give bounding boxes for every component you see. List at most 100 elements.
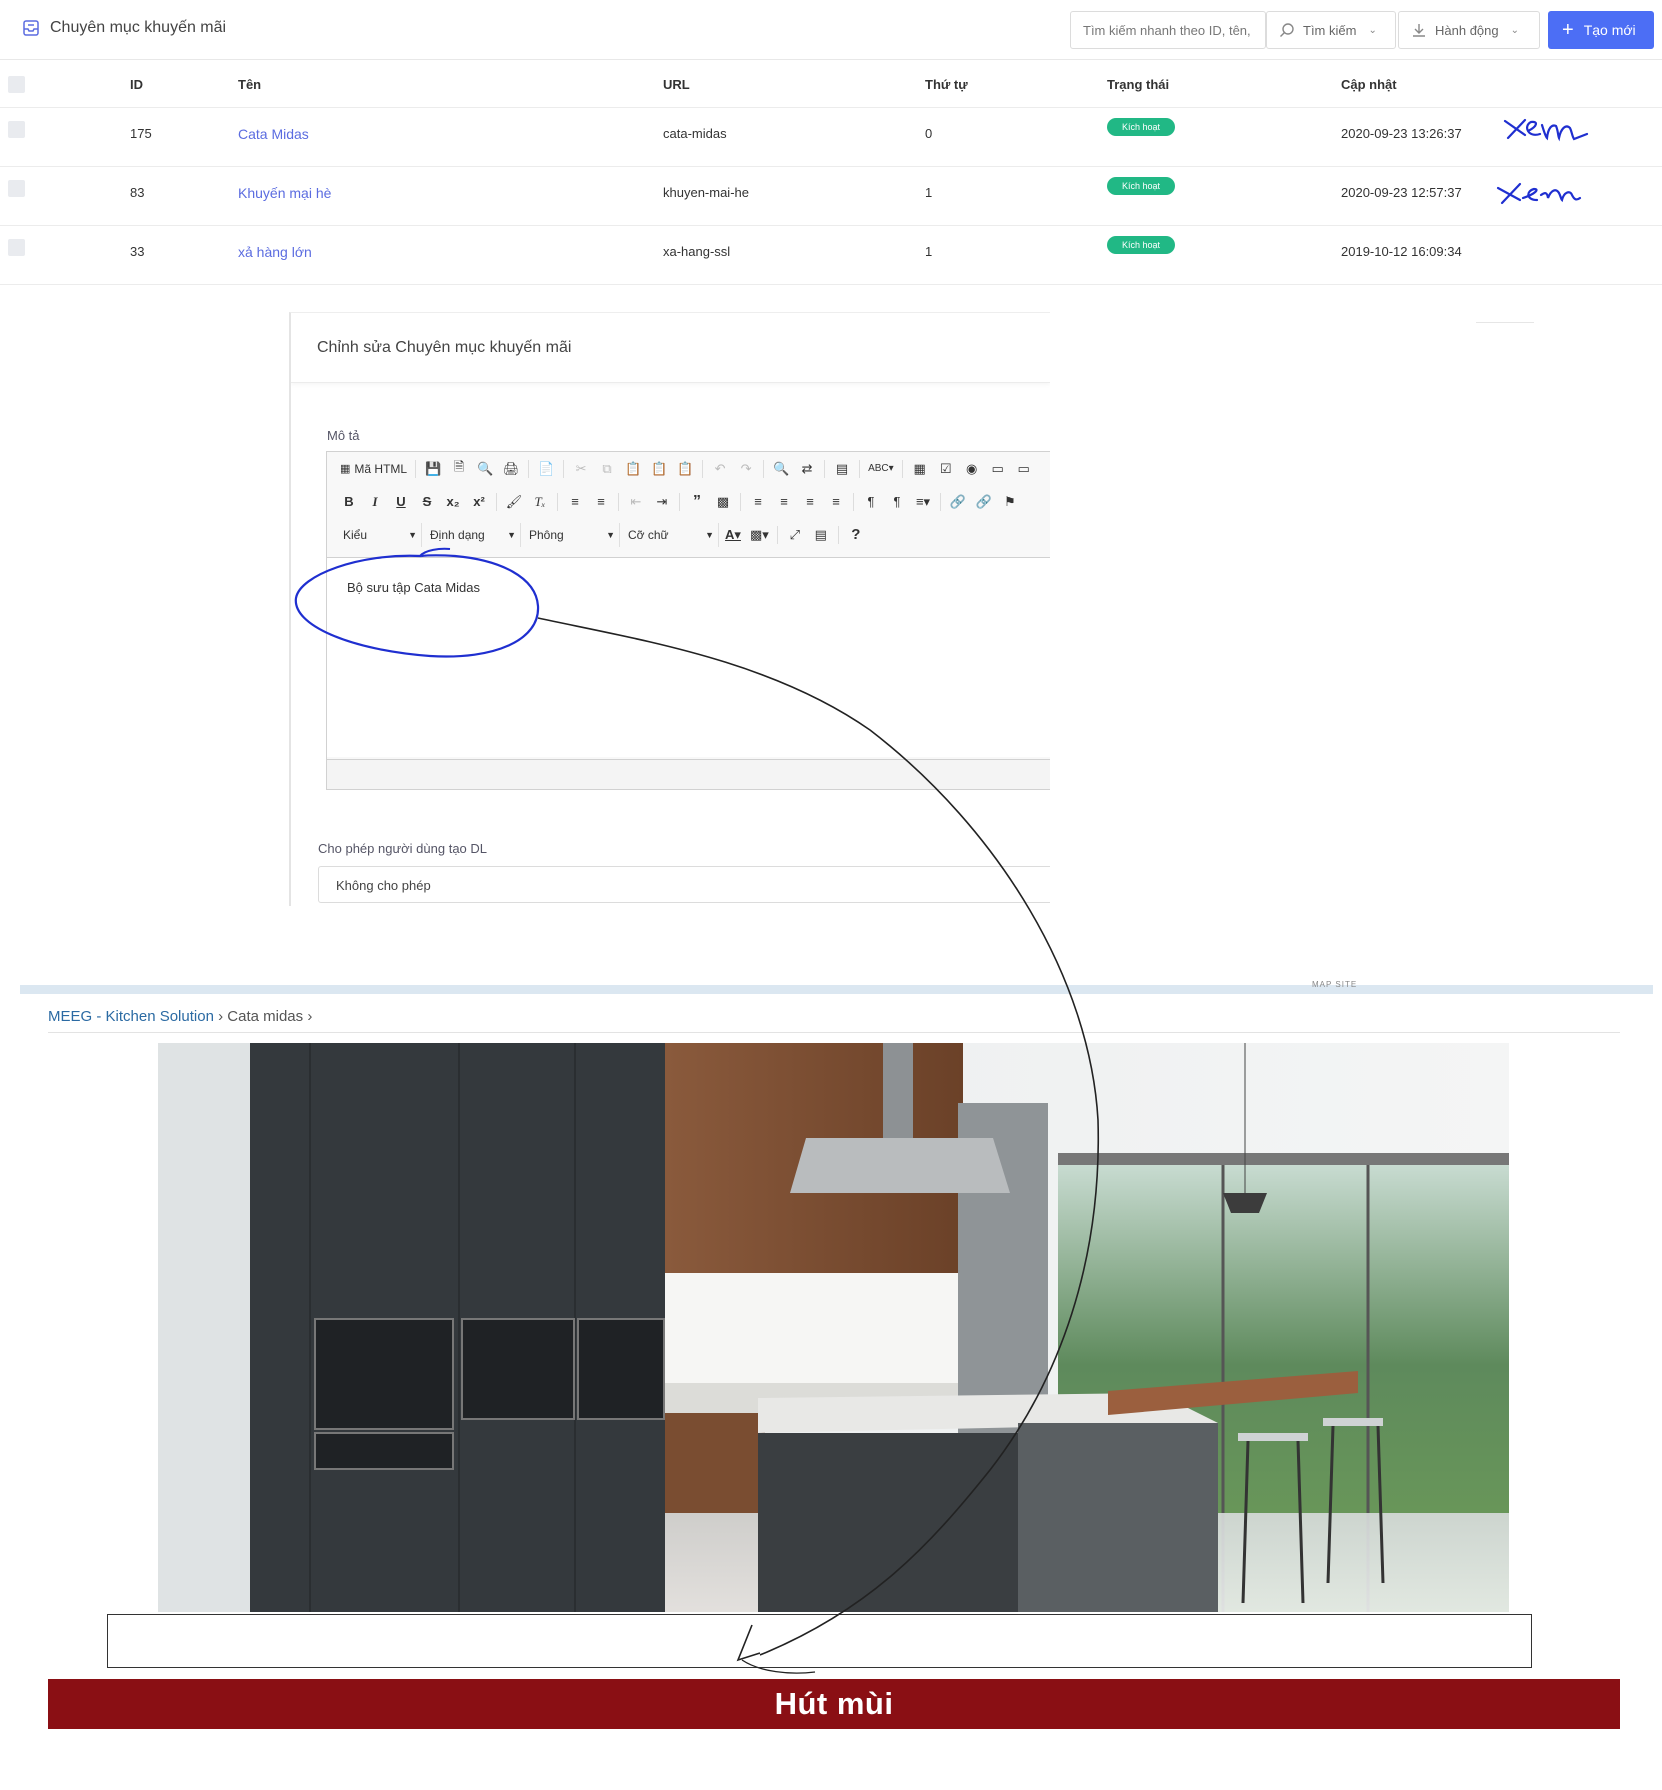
- inbox-icon: [23, 20, 39, 36]
- underline-icon[interactable]: U: [389, 490, 413, 514]
- row-status: Kích hoạt: [1107, 118, 1176, 136]
- quick-search-input[interactable]: [1070, 11, 1266, 49]
- anchor-flag-icon[interactable]: ⚑: [998, 490, 1022, 514]
- breadcrumb-current[interactable]: Cata midas: [227, 1008, 303, 1025]
- rtl-icon[interactable]: ¶: [885, 490, 909, 514]
- toolbar-separator: [763, 459, 765, 478]
- table-header: ID Tên URL Thứ tự Trạng thái Cập nhật: [0, 61, 1662, 108]
- size-combo-label: Cỡ chữ: [628, 527, 669, 542]
- toolbar-separator: [853, 492, 854, 511]
- toolbar-separator: [557, 492, 558, 511]
- row-checkbox[interactable]: [8, 121, 25, 138]
- action-button[interactable]: Hành động ⌄: [1398, 11, 1540, 49]
- column-header-url[interactable]: URL: [663, 77, 690, 92]
- form-icon[interactable]: ▦: [908, 457, 932, 481]
- permission-select[interactable]: Không cho phép: [318, 866, 1050, 903]
- align-right-icon[interactable]: ≡: [798, 490, 822, 514]
- subscript-icon[interactable]: x₂: [441, 490, 465, 514]
- row-name-link[interactable]: Khuyến mại hè: [238, 185, 331, 201]
- checkbox-icon[interactable]: ☑: [934, 457, 958, 481]
- link-icon[interactable]: 🔗: [946, 490, 970, 514]
- source-button[interactable]: ▦ Mã HTML: [337, 457, 410, 481]
- select-all-checkbox[interactable]: [8, 76, 25, 93]
- save-icon[interactable]: 💾: [421, 457, 445, 481]
- align-justify-icon[interactable]: ≡: [824, 490, 848, 514]
- font-combo[interactable]: Phông ▼: [523, 522, 620, 547]
- strikethrough-icon[interactable]: S: [415, 490, 439, 514]
- maximize-icon[interactable]: ⤢: [783, 523, 807, 547]
- numbered-list-icon[interactable]: ≡: [563, 490, 587, 514]
- column-header-order[interactable]: Thứ tự: [925, 77, 968, 92]
- spellcheck-icon[interactable]: ABC▾: [865, 457, 897, 481]
- textfield-icon[interactable]: ▭: [986, 457, 1010, 481]
- print-icon[interactable]: 🖨: [499, 457, 523, 481]
- format-combo[interactable]: Định dạng ▼: [424, 522, 521, 547]
- copy-format-icon[interactable]: 🖌: [502, 490, 526, 514]
- text-color-icon[interactable]: A▾: [721, 523, 745, 547]
- unlink-icon[interactable]: 🔗: [972, 490, 996, 514]
- plus-icon: +: [1562, 19, 1574, 41]
- style-combo[interactable]: Kiểu ▼: [337, 522, 422, 547]
- breadcrumb-separator: ›: [218, 1008, 228, 1025]
- rich-text-editor: ▦ Mã HTML 💾 🗎 🔍 🖨 📄 ✂ ⧉ 📋 📋 📋 ↶ ↷ 🔍 ⇄ ▤: [326, 451, 1050, 790]
- help-icon[interactable]: ?: [844, 523, 868, 547]
- search-button[interactable]: Tìm kiếm ⌄: [1266, 11, 1396, 49]
- find-icon[interactable]: 🔍: [769, 457, 793, 481]
- row-checkbox[interactable]: [8, 180, 25, 197]
- toolbar-separator: [618, 492, 619, 511]
- paste-icon[interactable]: 📋: [621, 457, 645, 481]
- align-center-icon[interactable]: ≡: [772, 490, 796, 514]
- row-name-link[interactable]: Cata Midas: [238, 126, 309, 142]
- new-page-icon[interactable]: 🗎: [447, 457, 471, 481]
- column-header-id[interactable]: ID: [130, 77, 143, 92]
- table-row: 175 Cata Midas cata-midas 0 Kích hoạt 20…: [0, 108, 1662, 167]
- radio-icon[interactable]: ◉: [960, 457, 984, 481]
- breadcrumb-home-link[interactable]: MEEG - Kitchen Solution: [48, 1008, 214, 1025]
- select-all-icon[interactable]: ▤: [830, 457, 854, 481]
- remove-format-icon[interactable]: Tₓ: [528, 490, 552, 514]
- language-icon[interactable]: ≡▾: [911, 490, 935, 514]
- copy-icon[interactable]: ⧉: [595, 457, 619, 481]
- blockquote-icon[interactable]: ”: [685, 490, 709, 514]
- editor-toolbar-row-1: ▦ Mã HTML 💾 🗎 🔍 🖨 📄 ✂ ⧉ 📋 📋 📋 ↶ ↷ 🔍 ⇄ ▤: [327, 452, 1050, 485]
- preview-icon[interactable]: 🔍: [473, 457, 497, 481]
- show-blocks-icon[interactable]: ▤: [809, 523, 833, 547]
- size-combo[interactable]: Cỡ chữ ▼: [622, 522, 719, 547]
- editor-content-area[interactable]: Bộ sưu tập Cata Midas: [327, 557, 1050, 757]
- breadcrumb: MEEG - Kitchen Solution › Cata midas ›: [48, 1008, 312, 1025]
- indent-icon[interactable]: ⇥: [650, 490, 674, 514]
- textarea-icon[interactable]: ▭: [1012, 457, 1036, 481]
- outdent-icon[interactable]: ⇤: [624, 490, 648, 514]
- cut-icon[interactable]: ✂: [569, 457, 593, 481]
- action-button-label: Hành động: [1435, 22, 1499, 38]
- style-combo-label: Kiểu: [343, 527, 368, 542]
- italic-icon[interactable]: I: [363, 490, 387, 514]
- chevron-down-icon: ▼: [507, 529, 516, 540]
- bold-icon[interactable]: B: [337, 490, 361, 514]
- background-color-icon[interactable]: ▩▾: [747, 523, 772, 547]
- bulleted-list-icon[interactable]: ≡: [589, 490, 613, 514]
- row-id: 83: [130, 185, 145, 200]
- undo-icon[interactable]: ↶: [708, 457, 732, 481]
- row-checkbox[interactable]: [8, 239, 25, 256]
- create-button[interactable]: + Tạo mới: [1548, 11, 1654, 49]
- templates-icon[interactable]: 📄: [534, 457, 558, 481]
- column-header-name[interactable]: Tên: [238, 77, 261, 92]
- paste-text-icon[interactable]: 📋: [647, 457, 671, 481]
- paste-word-icon[interactable]: 📋: [673, 457, 697, 481]
- category-heading: Hút mùi: [48, 1679, 1620, 1729]
- div-container-icon[interactable]: ▩: [711, 490, 735, 514]
- column-header-updated[interactable]: Cập nhật: [1341, 77, 1397, 92]
- align-left-icon[interactable]: ≡: [746, 490, 770, 514]
- row-updated: 2020-09-23 13:26:37: [1341, 126, 1462, 141]
- ltr-icon[interactable]: ¶: [859, 490, 883, 514]
- admin-header: Chuyên mục khuyến mãi Tìm kiếm ⌄ Hành độ…: [0, 0, 1662, 60]
- replace-icon[interactable]: ⇄: [795, 457, 819, 481]
- breadcrumb-divider: [48, 1032, 1620, 1033]
- superscript-icon[interactable]: x²: [467, 490, 491, 514]
- column-header-status[interactable]: Trạng thái: [1107, 77, 1169, 92]
- permission-label: Cho phép người dùng tạo DL: [318, 841, 488, 856]
- redo-icon[interactable]: ↷: [734, 457, 758, 481]
- toolbar-separator: [528, 459, 530, 478]
- row-name-link[interactable]: xả hàng lớn: [238, 244, 312, 260]
